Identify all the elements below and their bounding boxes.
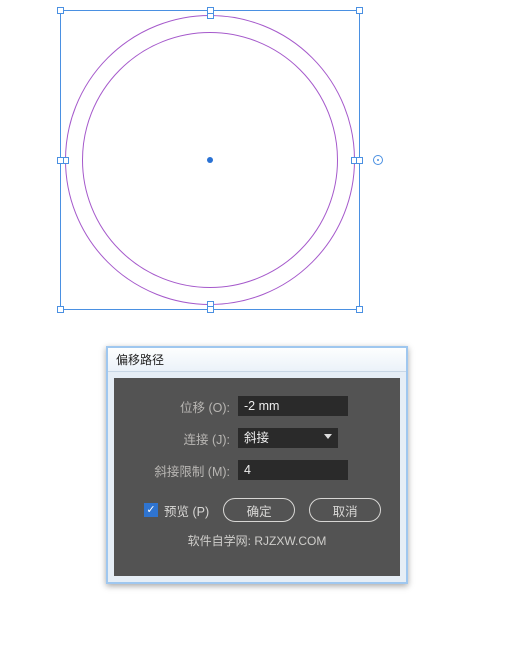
watermark-footer: 软件自学网: RJZXW.COM xyxy=(128,532,386,549)
resize-handle-left[interactable] xyxy=(57,157,64,164)
dialog-action-row: ✓ 预览 (P) 确定 取消 xyxy=(128,498,386,522)
miter-limit-label: 斜接限制 (M): xyxy=(128,461,238,480)
watermark-left: 软件自学网: xyxy=(188,534,251,548)
resize-handle-right[interactable] xyxy=(356,157,363,164)
joins-select[interactable]: 斜接 xyxy=(238,428,338,448)
resize-handle-bottom[interactable] xyxy=(207,306,214,313)
cancel-button[interactable]: 取消 xyxy=(309,498,381,522)
resize-handle-top-right[interactable] xyxy=(356,7,363,14)
resize-handle-top-left[interactable] xyxy=(57,7,64,14)
miter-limit-input[interactable] xyxy=(238,460,348,480)
preview-label: 预览 (P) xyxy=(164,501,209,520)
miter-row: 斜接限制 (M): xyxy=(128,456,386,484)
watermark-right: RJZXW.COM xyxy=(254,534,326,548)
joins-label: 连接 (J): xyxy=(128,429,238,448)
resize-handle-top[interactable] xyxy=(207,7,214,14)
dialog-title: 偏移路径 xyxy=(116,351,164,368)
dialog-titlebar[interactable]: 偏移路径 xyxy=(108,348,406,372)
dialog-body: 位移 (O): 连接 (J): 斜接 斜接限制 (M): ✓ 预览 (P) 确定… xyxy=(114,378,400,576)
bounding-box[interactable] xyxy=(60,10,360,310)
resize-handle-bottom-right[interactable] xyxy=(356,306,363,313)
resize-handle-bottom-left[interactable] xyxy=(57,306,64,313)
offset-path-dialog: 偏移路径 位移 (O): 连接 (J): 斜接 斜接限制 (M): ✓ 预览 (… xyxy=(106,346,408,584)
preview-checkbox[interactable]: ✓ 预览 (P) xyxy=(144,501,209,520)
live-shape-widget[interactable] xyxy=(373,155,383,165)
ok-button[interactable]: 确定 xyxy=(223,498,295,522)
check-icon: ✓ xyxy=(144,503,158,517)
offset-label: 位移 (O): xyxy=(128,397,238,416)
joins-row: 连接 (J): 斜接 xyxy=(128,424,386,452)
offset-row: 位移 (O): xyxy=(128,392,386,420)
offset-input[interactable] xyxy=(238,396,348,416)
canvas-area[interactable] xyxy=(60,10,360,310)
